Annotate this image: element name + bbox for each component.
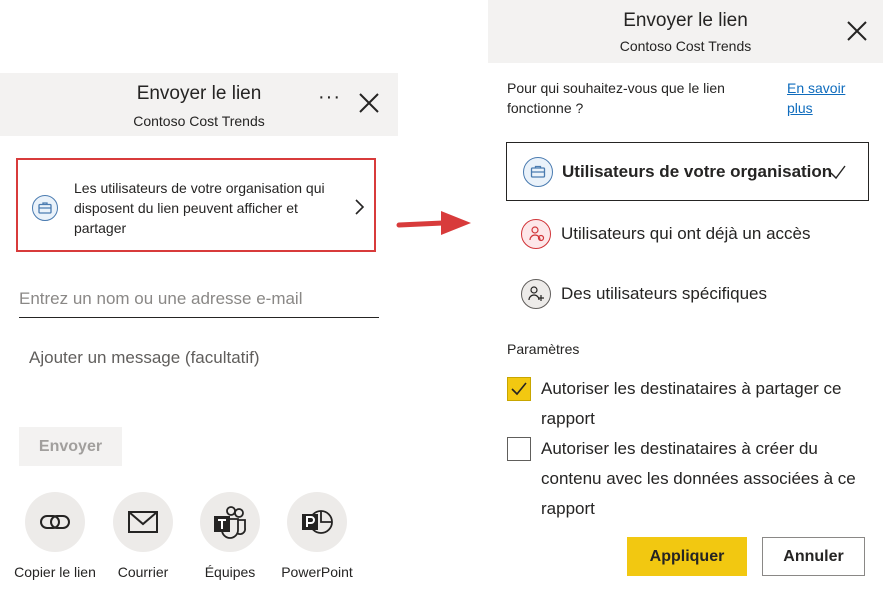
allow-build-content-checkbox[interactable] [507,437,531,461]
right-dialog-subtitle: Contoso Cost Trends [619,38,752,54]
close-icon[interactable] [845,19,869,43]
send-button[interactable]: Envoyer [19,427,122,466]
red-arrow-icon [396,211,471,235]
message-input[interactable] [19,340,379,400]
mail-button[interactable] [113,492,173,552]
mail-icon [128,511,158,533]
copy-link-label: Copier le lien [14,564,96,580]
teams-button[interactable] [200,492,260,552]
checkmark-icon [511,382,527,396]
option-organization-users[interactable]: Utilisateurs de votre organisation [506,142,869,201]
link-icon [40,515,70,529]
option-specific-people-label: Des utilisateurs spécifiques [561,284,767,303]
briefcase-icon [32,195,58,221]
right-dialog-title: Envoyer le lien [623,10,748,31]
learn-more-link[interactable]: En savoir plus [787,78,857,118]
more-options-icon[interactable]: ··· [318,86,341,109]
option-organization-label: Utilisateurs de votre organisation [562,162,833,181]
allow-share-label: Autoriser les destinataires à partager c… [541,379,842,428]
briefcase-icon [523,157,553,187]
left-dialog-subtitle: Contoso Cost Trends [133,113,265,129]
teams-label: Équipes [204,564,256,580]
checkmark-icon [830,165,846,180]
copy-link-button[interactable] [25,492,85,552]
email-input[interactable] [19,280,379,318]
right-dialog-header: Envoyer le lien Contoso Cost Trends [488,0,883,63]
powerpoint-button[interactable] [287,492,347,552]
powerpoint-icon [302,510,333,534]
allow-build-content-label: Autoriser les destinataires à créer du c… [541,439,856,518]
link-settings-description: Les utilisateurs de votre organisation q… [74,180,325,236]
option-existing-access-label: Utilisateurs qui ont déjà un accès [561,224,811,243]
option-specific-people[interactable]: Des utilisateurs spécifiques [506,265,869,323]
chevron-right-icon [355,199,365,215]
allow-share-checkbox[interactable] [507,377,531,401]
link-audience-question: Pour qui souhaitez-vous que le lien fonc… [507,80,725,116]
teams-icon [214,506,246,539]
option-existing-access[interactable]: Utilisateurs qui ont déjà un accès [506,205,869,263]
mail-label: Courrier [117,564,169,580]
specific-people-icon [521,279,551,309]
settings-heading: Paramètres [507,341,580,357]
close-icon[interactable] [357,91,381,115]
left-dialog-header: Envoyer le lien Contoso Cost Trends ··· [0,73,398,136]
apply-button[interactable]: Appliquer [627,537,747,576]
cancel-button[interactable]: Annuler [762,537,865,576]
people-access-icon [521,219,551,249]
powerpoint-label: PowerPoint [281,564,353,580]
link-settings-button[interactable]: Les utilisateurs de votre organisation q… [16,158,376,252]
